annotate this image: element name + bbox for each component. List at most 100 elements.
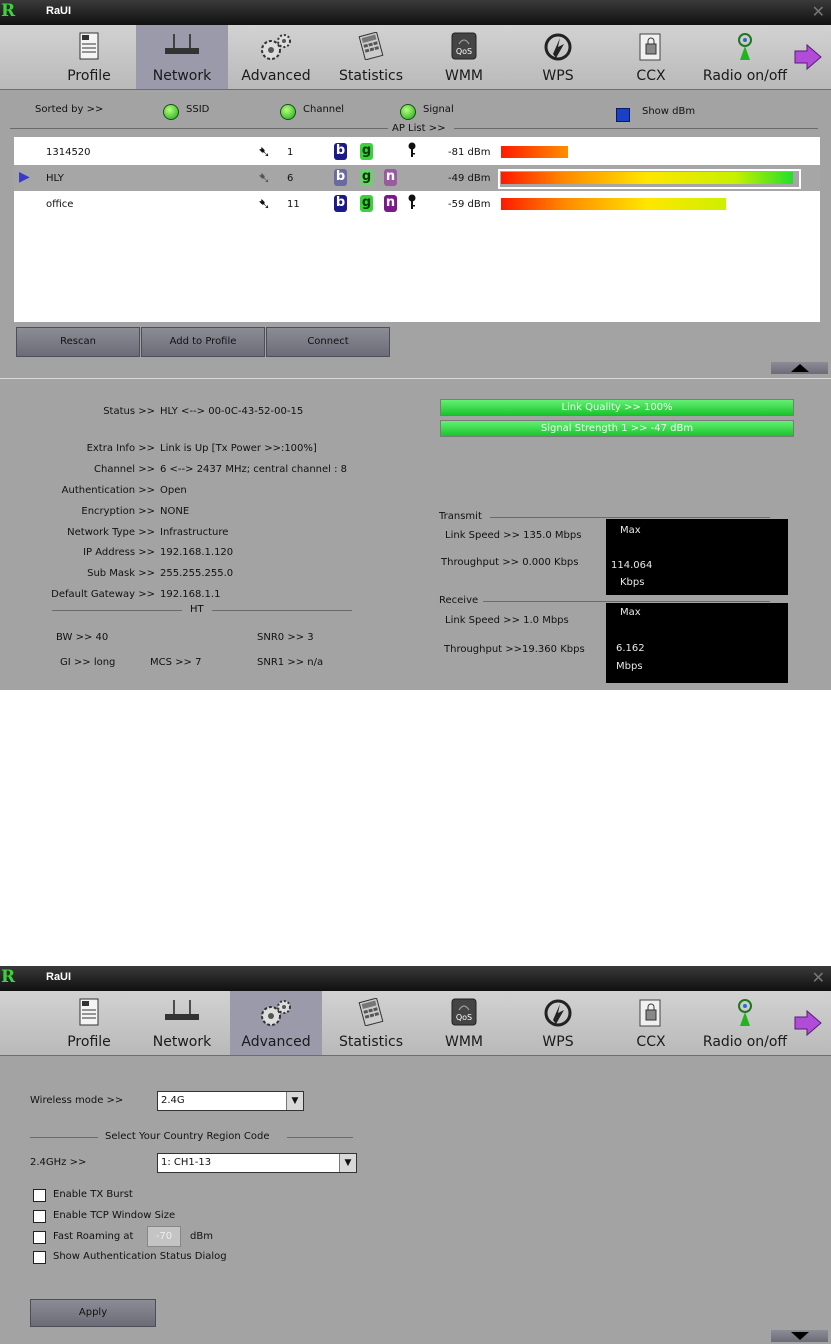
toolbar-statistics-button[interactable]: Statistics <box>325 25 417 89</box>
encryption-value: NONE <box>160 506 190 517</box>
toolbar-ccx-button[interactable]: CCX <box>605 991 697 1055</box>
tcp-window-checkbox[interactable] <box>33 1210 46 1223</box>
rescan-button[interactable]: Rescan <box>16 327 140 357</box>
advanced-window: R RaUI ✕ Profile Network Advanced Statis… <box>0 966 831 1344</box>
apply-button[interactable]: Apply <box>30 1299 156 1327</box>
mode-b-badge: b <box>334 169 347 186</box>
auth-label: Authentication >> <box>61 485 155 496</box>
ap-row-selected[interactable]: ▶ HLY ➷ 6 b g n -49 dBm <box>14 165 820 191</box>
bw-value: BW >> 40 <box>56 632 109 643</box>
tcp-window-label: Enable TCP Window Size <box>53 1210 176 1221</box>
toolbar-network-button[interactable]: Network <box>136 991 228 1055</box>
close-icon[interactable]: ✕ <box>812 968 825 987</box>
toolbar-radio-button[interactable]: Radio on/off <box>698 25 792 89</box>
toolbar-label: WMM <box>444 1034 483 1050</box>
network-type-label: Network Type >> <box>67 527 155 538</box>
key-icon <box>408 194 416 209</box>
ap-channel: 1 <box>287 147 294 158</box>
app-logo-icon: R <box>1 967 16 987</box>
toolbar-label: Profile <box>67 68 111 84</box>
show-dbm-checkbox[interactable] <box>616 108 630 122</box>
close-icon[interactable]: ✕ <box>812 2 825 21</box>
gears-icon <box>261 1000 291 1026</box>
next-arrow-icon[interactable] <box>793 43 823 71</box>
fast-roaming-input[interactable]: -70 <box>147 1226 181 1247</box>
channel-label: Channel >> <box>94 464 155 475</box>
qos-icon: QoS <box>451 32 477 60</box>
toolbar-label: WPS <box>542 68 574 84</box>
toolbar-label: Network <box>152 1034 212 1050</box>
wps-icon <box>544 999 572 1027</box>
divider <box>490 517 770 518</box>
band-label: 2.4GHz >> <box>30 1157 87 1168</box>
ap-row[interactable]: office ➷ 11 b g n -59 dBm <box>14 191 820 217</box>
sort-channel-radio[interactable] <box>280 104 296 120</box>
toolbar-label: Statistics <box>339 68 403 84</box>
divider <box>454 128 818 129</box>
tx-burst-checkbox[interactable] <box>33 1189 46 1202</box>
toolbar-label: WPS <box>542 1034 574 1050</box>
network-type-value: Infrastructure <box>160 527 229 538</box>
sort-signal-label: Signal <box>423 104 454 115</box>
toolbar-statistics-button[interactable]: Statistics <box>325 991 417 1055</box>
auth-dialog-checkbox[interactable] <box>33 1251 46 1264</box>
toolbar-label: Profile <box>67 1034 111 1050</box>
dropdown-arrow-icon[interactable]: ▼ <box>286 1092 303 1110</box>
dropdown-arrow-icon[interactable]: ▼ <box>339 1154 356 1172</box>
toolbar: Profile Network Advanced Statistics QoS … <box>0 991 831 1056</box>
mode-g-badge: g <box>360 143 373 160</box>
toolbar-wmm-button[interactable]: QoS WMM <box>418 991 510 1055</box>
toolbar-network-button[interactable]: Network <box>136 25 228 89</box>
collapse-button[interactable] <box>771 362 828 374</box>
mcs-value: MCS >> 7 <box>150 657 202 668</box>
wireless-mode-select[interactable]: 2.4G ▼ <box>157 1091 304 1111</box>
fast-roaming-unit: dBm <box>190 1231 213 1242</box>
divider <box>212 610 352 611</box>
divider <box>287 1137 353 1138</box>
toolbar-wps-button[interactable]: WPS <box>512 25 604 89</box>
expand-button[interactable] <box>771 1330 828 1342</box>
toolbar-wps-button[interactable]: WPS <box>512 991 604 1055</box>
rx-graph-value: 6.162 <box>616 643 645 654</box>
signal-bar <box>501 198 726 210</box>
toolbar-advanced-button[interactable]: Advanced <box>230 25 322 89</box>
toolbar-label: Advanced <box>241 68 311 84</box>
next-arrow-icon[interactable] <box>793 1009 823 1037</box>
mode-b-badge: b <box>334 195 347 212</box>
toolbar-advanced-button[interactable]: Advanced <box>230 991 322 1055</box>
sort-ssid-radio[interactable] <box>163 104 179 120</box>
sort-channel-label: Channel <box>303 104 345 115</box>
router-icon <box>165 1000 199 1020</box>
ip-address-value: 192.168.1.120 <box>160 547 234 558</box>
router-icon <box>165 34 199 54</box>
rx-graph-unit: Mbps <box>616 661 643 672</box>
channel-value: 6 <--> 2437 MHz; central channel : 8 <box>160 464 348 475</box>
mode-g-badge: g <box>360 169 373 186</box>
wps-icon <box>544 33 572 61</box>
mode-n-badge: n <box>384 169 397 186</box>
signal-bar <box>501 146 568 158</box>
toolbar-wmm-button[interactable]: QoS WMM <box>418 25 510 89</box>
wireless-mode-label: Wireless mode >> <box>30 1095 124 1106</box>
channel-arrow-icon: ➷ <box>258 195 271 213</box>
fast-roaming-checkbox[interactable] <box>33 1231 46 1244</box>
rx-max-label: Max <box>620 607 641 618</box>
toolbar-profile-button[interactable]: Profile <box>45 25 133 89</box>
add-to-profile-button[interactable]: Add to Profile <box>141 327 265 357</box>
toolbar-profile-button[interactable]: Profile <box>45 991 133 1055</box>
toolbar-radio-button[interactable]: Radio on/off <box>698 991 792 1055</box>
snr1-value: SNR1 >> n/a <box>257 657 324 668</box>
sort-signal-radio[interactable] <box>400 104 416 120</box>
profile-icon <box>79 998 99 1026</box>
connect-button[interactable]: Connect <box>266 327 390 357</box>
ap-row[interactable]: 1314520 ➷ 1 b g -81 dBm <box>14 139 820 165</box>
expand-down-icon <box>791 1332 809 1340</box>
qos-icon: QoS <box>451 998 477 1026</box>
wireless-mode-value: 2.4G <box>161 1095 185 1106</box>
selected-pointer-icon: ▶ <box>19 169 30 185</box>
ap-list-label: AP List >> <box>392 123 446 134</box>
transmit-header: Transmit <box>439 511 482 522</box>
country-region-select[interactable]: 1: CH1-13 ▼ <box>157 1153 357 1173</box>
svg-text:QoS: QoS <box>456 1013 472 1022</box>
toolbar-ccx-button[interactable]: CCX <box>605 25 697 89</box>
